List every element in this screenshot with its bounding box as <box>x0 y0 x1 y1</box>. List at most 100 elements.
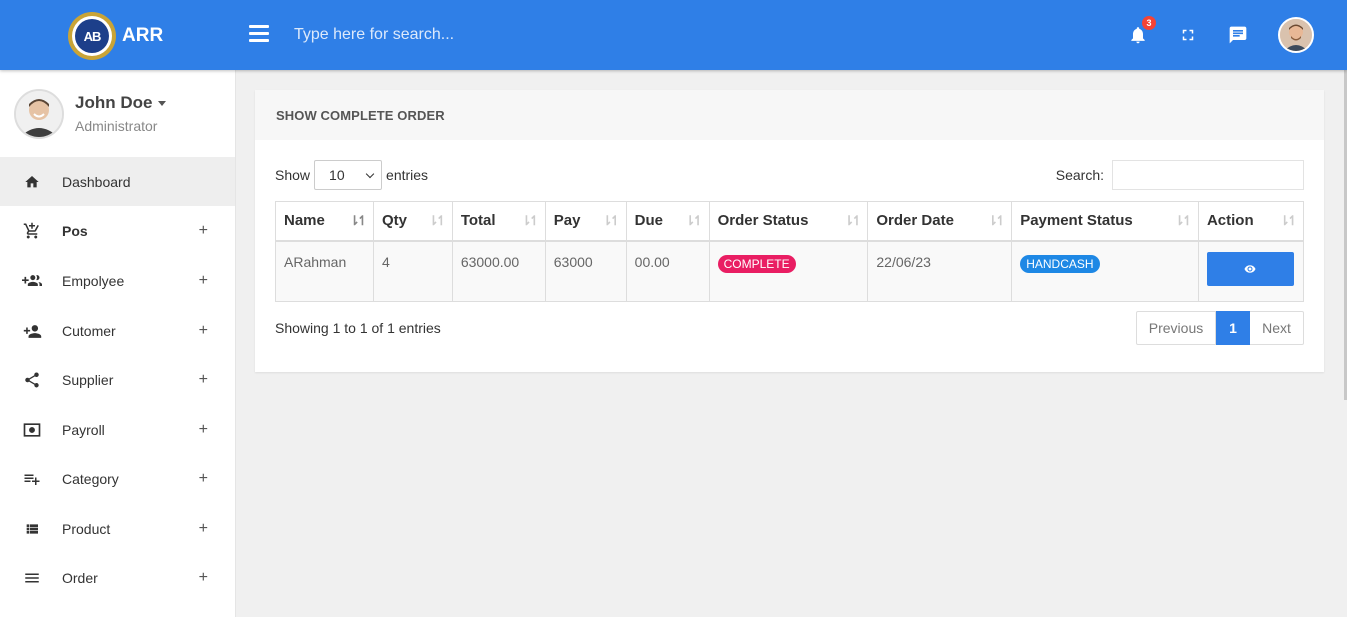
sidebar-item-label: Product <box>62 521 111 537</box>
payment-badge: HANDCASH <box>1020 254 1100 273</box>
column-header-total[interactable]: Total ⇂↿ <box>451 201 546 242</box>
sort-icon: ⇂↿ <box>601 213 621 228</box>
user-name: John Doe <box>75 93 153 112</box>
card-title: SHOW COMPLETE ORDER <box>255 90 1324 140</box>
entries-label: entries <box>386 167 429 183</box>
sidebar-item-dashboard[interactable]: Dashboard <box>0 158 235 206</box>
expand-icon: + <box>198 222 208 239</box>
table-row: ARahman 4 63000.00 63000 00.00 COMPLETE … <box>275 240 1305 302</box>
logo: AB <box>68 12 116 60</box>
expand-icon: + <box>198 371 208 388</box>
table-search-input[interactable] <box>1112 160 1304 190</box>
cell-action <box>1197 240 1305 302</box>
cell-order-status: COMPLETE <box>708 240 869 302</box>
caret-down-icon <box>158 100 167 106</box>
chevron-down-icon <box>365 169 375 178</box>
top-navbar: AB ARR 3 <box>0 0 1347 70</box>
entries-select-value: 10 <box>329 167 345 183</box>
group-add-icon <box>22 271 42 291</box>
brand[interactable]: AB ARR <box>68 12 163 60</box>
view-order-button[interactable] <box>1206 251 1294 286</box>
eye-icon <box>1244 264 1256 273</box>
pagination: Previous 1 Next <box>1136 311 1304 345</box>
sidebar-item-order[interactable]: Order + <box>0 554 235 602</box>
logo-mark: AB <box>75 19 109 53</box>
orders-card: SHOW COMPLETE ORDER Show 10 entries Sear… <box>255 90 1324 372</box>
user-panel: John Doe Administrator <box>0 70 235 158</box>
sidebar-item-label: Cutomer <box>62 323 116 339</box>
pagination-previous[interactable]: Previous <box>1136 311 1216 345</box>
column-header-payment-status[interactable]: Payment Status ⇂↿ <box>1011 201 1199 242</box>
brand-name: ARR <box>122 25 164 46</box>
cell-payment-status: HANDCASH <box>1011 240 1199 302</box>
status-badge: COMPLETE <box>717 254 796 273</box>
user-role: Administrator <box>75 118 158 134</box>
sidebar-item-label: Category <box>62 471 119 487</box>
sidebar-item-label: Dashboard <box>62 174 131 190</box>
expand-icon: + <box>198 421 208 438</box>
menu-lines-icon <box>22 568 42 588</box>
sidebar-item-label: Supplier <box>62 372 114 388</box>
sort-icon: ⇂↿ <box>520 213 540 228</box>
pagination-page-1[interactable]: 1 <box>1216 311 1250 345</box>
menu-toggle-icon[interactable] <box>249 25 269 43</box>
cell-name: ARahman <box>275 240 374 302</box>
cart-add-icon <box>22 221 42 241</box>
pagination-next[interactable]: Next <box>1250 311 1304 345</box>
sidebar-item-pos[interactable]: Pos + <box>0 207 235 255</box>
home-icon <box>22 172 42 192</box>
sort-icon: ⇂↿ <box>349 213 368 228</box>
expand-icon: + <box>198 272 208 289</box>
column-header-name[interactable]: Name ⇂↿ <box>275 201 374 242</box>
playlist-add-icon <box>22 469 42 489</box>
sidebar-item-category[interactable]: Category + <box>0 455 235 503</box>
sidebar-item-label: Empolyee <box>62 273 125 289</box>
sidebar-item-empolyee[interactable]: Empolyee + <box>0 257 235 305</box>
sidebar-item-payroll[interactable]: Payroll + <box>0 406 235 454</box>
cell-qty: 4 <box>372 240 453 302</box>
column-header-order-date[interactable]: Order Date ⇂↿ <box>867 201 1013 242</box>
expand-icon: + <box>198 470 208 487</box>
share-icon <box>22 370 42 390</box>
cell-due: 00.00 <box>625 240 710 302</box>
sidebar-item-cutomer[interactable]: Cutomer + <box>0 307 235 355</box>
sort-icon: ⇂↿ <box>1174 213 1193 228</box>
sort-icon: ⇂↿ <box>428 213 447 228</box>
search-input[interactable] <box>288 20 788 50</box>
table-search: Search: <box>1056 160 1304 190</box>
orders-table: Name ⇂↿ Qty ⇂↿ Total ⇂↿ Pay ⇂↿ Due ⇂↿ Order S… <box>275 201 1305 302</box>
sidebar-item-label: Order <box>62 570 98 586</box>
list-view-icon <box>22 519 42 539</box>
cell-total: 63000.00 <box>451 240 546 302</box>
column-header-action[interactable]: Action ⇂↿ <box>1197 201 1305 242</box>
column-header-due[interactable]: Due ⇂↿ <box>625 201 710 242</box>
show-label: Show <box>275 167 311 183</box>
person-add-icon <box>22 321 42 341</box>
sidebar-item-label: Payroll <box>62 422 105 438</box>
column-header-order-status[interactable]: Order Status ⇂↿ <box>708 201 869 242</box>
sort-icon: ⇂↿ <box>987 213 1006 228</box>
bell-icon[interactable]: 3 <box>1125 16 1156 48</box>
sidebar-item-supplier[interactable]: Supplier + <box>0 356 235 404</box>
cell-pay: 63000 <box>544 240 627 302</box>
money-icon <box>22 420 42 440</box>
expand-icon: + <box>198 520 208 537</box>
sort-icon: ⇂↿ <box>843 213 863 228</box>
sidebar-item-label: Pos <box>62 223 88 239</box>
entries-length-control: Show 10 entries <box>275 160 428 190</box>
header-avatar[interactable] <box>1278 17 1314 53</box>
fullscreen-icon[interactable] <box>1175 22 1201 48</box>
sort-icon: ⇂↿ <box>684 213 704 228</box>
cell-order-date: 22/06/23 <box>867 240 1013 302</box>
sort-icon: ⇂↿ <box>1279 213 1298 228</box>
expand-icon: + <box>198 322 208 339</box>
sidebar-item-product[interactable]: Product + <box>0 505 235 553</box>
table-header-row: Name ⇂↿ Qty ⇂↿ Total ⇂↿ Pay ⇂↿ Due ⇂↿ Order S… <box>275 201 1305 242</box>
entries-select[interactable]: 10 <box>314 160 383 190</box>
user-name-dropdown[interactable]: John Doe <box>75 93 167 113</box>
column-header-qty[interactable]: Qty ⇂↿ <box>372 201 453 242</box>
column-header-pay[interactable]: Pay ⇂↿ <box>544 201 627 242</box>
chat-icon[interactable] <box>1225 22 1251 48</box>
table-info: Showing 1 to 1 of 1 entries <box>275 320 441 336</box>
sidebar: John Doe Administrator Dashboard Pos + E… <box>0 70 236 617</box>
